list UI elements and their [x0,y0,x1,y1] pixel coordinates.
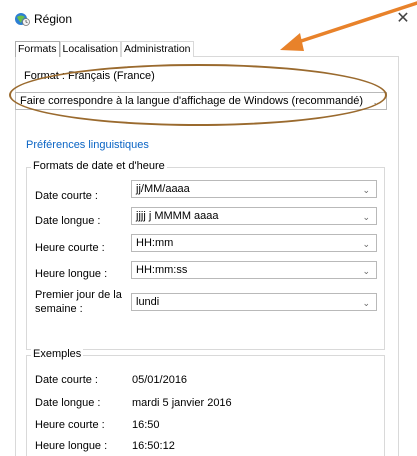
long-date-label: Date longue : [35,215,101,227]
tab-administration[interactable]: Administration [120,41,194,57]
short-time-dropdown[interactable]: HH:mm ⌄ [131,234,377,252]
first-day-label: Premier jour de la semaine : [35,289,122,315]
tab-formats[interactable]: Formats [15,41,60,57]
examples-title: Exemples [31,348,84,360]
tab-localisation[interactable]: Localisation [59,41,121,57]
first-day-value: lundi [136,296,160,308]
short-time-label: Heure courte : [35,242,105,254]
example-short-date-label: Date courte : [35,374,98,386]
long-date-dropdown[interactable]: jjjj j MMMM aaaa ⌄ [131,207,377,225]
format-dropdown-value: Faire correspondre à la langue d'afficha… [20,95,364,107]
example-long-time-label: Heure longue : [35,440,108,452]
example-long-time-value: 16:50:12 [132,440,175,452]
window-title: Région [34,12,73,26]
long-time-label: Heure longue : [35,268,108,280]
short-date-value: jj/MM/aaaa [136,183,190,195]
chevron-down-icon: ⌄ [362,239,370,249]
date-time-formats-title: Formats de date et d'heure [31,160,167,172]
close-icon: ✕ [396,10,410,27]
long-time-dropdown[interactable]: HH:mm:ss ⌄ [131,261,377,279]
long-time-value: HH:mm:ss [136,264,188,276]
tab-strip: Formats Localisation Administration [15,41,194,57]
format-label: Format : Français (France) [24,70,155,82]
format-dropdown[interactable]: Faire correspondre à la langue d'afficha… [15,92,387,110]
example-short-date-value: 05/01/2016 [132,374,188,386]
chevron-down-icon: ⌄ [372,97,380,107]
long-date-value: jjjj j MMMM aaaa [136,210,219,222]
example-long-date-value: mardi 5 janvier 2016 [132,397,232,409]
example-long-date-label: Date longue : [35,397,101,409]
title-bar: Région ✕ [0,0,417,36]
example-short-time-value: 16:50 [132,419,160,431]
example-short-time-label: Heure courte : [35,419,105,431]
chevron-down-icon: ⌄ [362,298,370,308]
chevron-down-icon: ⌄ [362,212,370,222]
first-day-dropdown[interactable]: lundi ⌄ [131,293,377,311]
close-button[interactable]: ✕ [392,6,414,30]
short-date-dropdown[interactable]: jj/MM/aaaa ⌄ [131,180,377,198]
chevron-down-icon: ⌄ [362,185,370,195]
language-preferences-link[interactable]: Préférences linguistiques [26,139,149,151]
region-globe-icon [14,11,30,27]
chevron-down-icon: ⌄ [362,266,370,276]
short-time-value: HH:mm [136,237,174,249]
short-date-label: Date courte : [35,190,98,202]
